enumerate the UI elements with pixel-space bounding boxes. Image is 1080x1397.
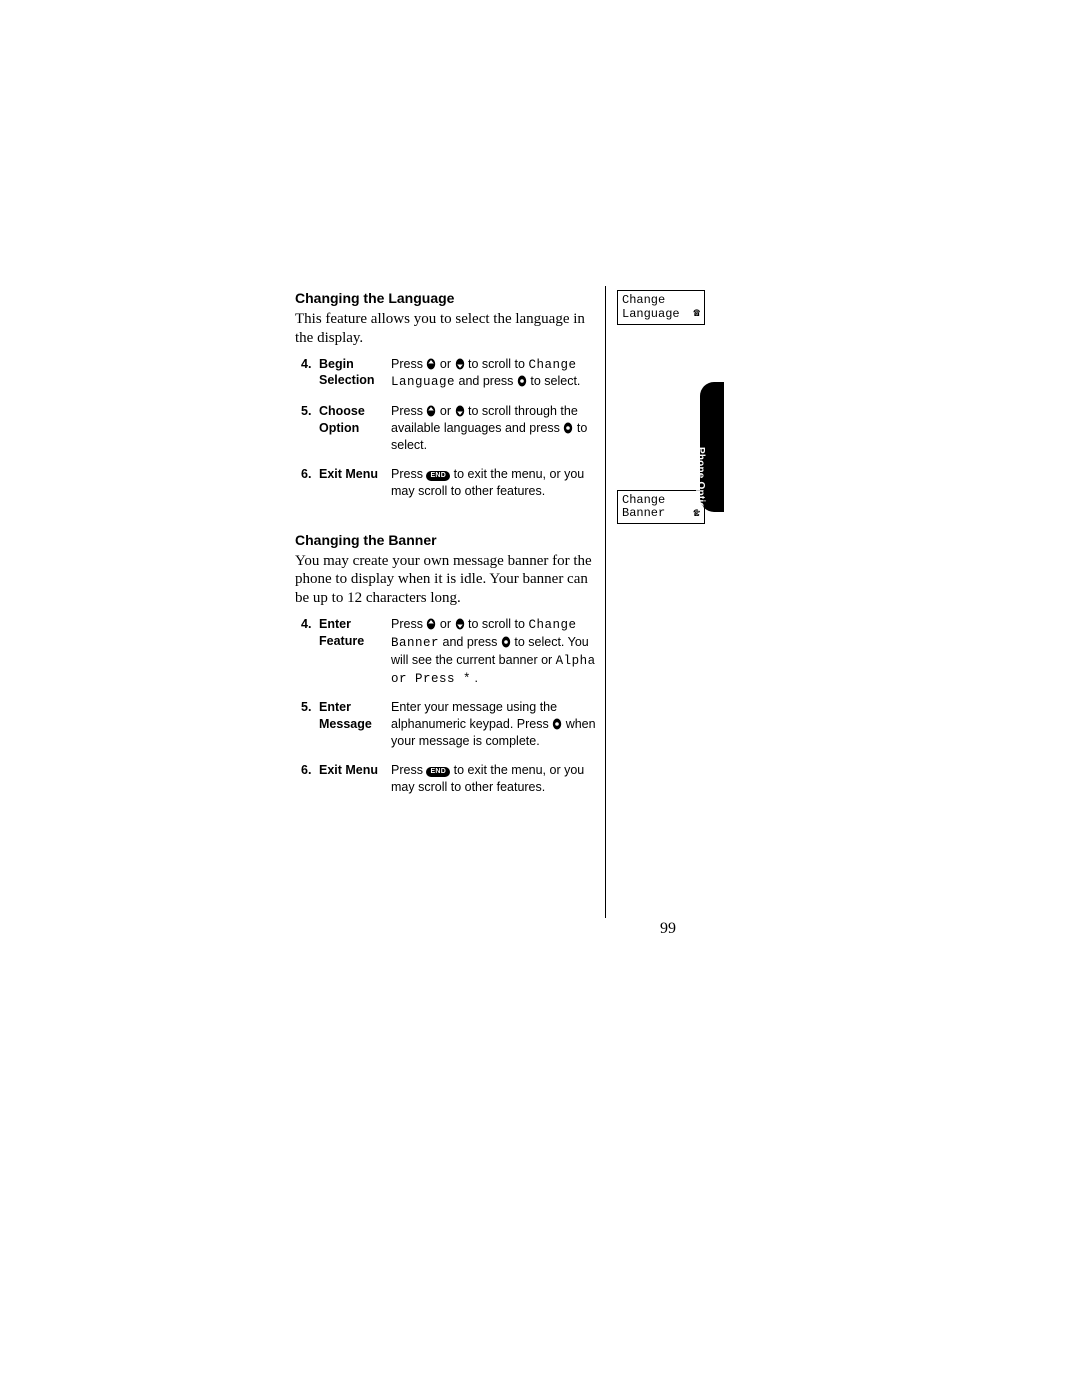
steps-banner: 4. Enter Feature Press or to scroll to C…	[301, 616, 605, 796]
screen-line: Language	[622, 308, 680, 322]
step-number: 4.	[301, 616, 319, 633]
step-label: Exit Menu	[319, 466, 391, 483]
step-desc: Press END to exit the menu, or you may s…	[391, 466, 605, 500]
end-key-icon: END	[426, 471, 450, 481]
page-number: 99	[660, 920, 676, 938]
column-divider	[605, 286, 606, 918]
step-number: 6.	[301, 466, 319, 483]
step-desc: Press or to scroll to Change Language an…	[391, 356, 605, 392]
step-label: Begin Selection	[319, 356, 391, 390]
main-column: Changing the Language This feature allow…	[295, 290, 605, 808]
step-number: 6.	[301, 762, 319, 779]
screen-line: Change	[622, 494, 700, 508]
phone-screen-language: Change Language ☎	[617, 290, 705, 325]
step-number: 4.	[301, 356, 319, 373]
nav-select-icon	[501, 636, 511, 648]
step-label: Enter Message	[319, 699, 391, 733]
nav-down-icon	[455, 405, 465, 417]
step-number: 5.	[301, 403, 319, 420]
phone-icon: ☎	[693, 309, 700, 320]
step: 6. Exit Menu Press END to exit the menu,…	[301, 762, 605, 796]
end-key-icon: END	[426, 767, 450, 777]
nav-select-icon	[517, 375, 527, 387]
nav-up-icon	[426, 405, 436, 417]
nav-down-icon	[455, 358, 465, 370]
side-column: Change Language ☎ Change Banner ☎	[617, 290, 702, 689]
steps-language: 4. Begin Selection Press or to scroll to…	[301, 356, 605, 500]
step: 4. Enter Feature Press or to scroll to C…	[301, 616, 605, 688]
step-desc: Press END to exit the menu, or you may s…	[391, 762, 605, 796]
step: 4. Begin Selection Press or to scroll to…	[301, 356, 605, 392]
step-desc: Press or to scroll through the available…	[391, 403, 605, 454]
screen-line: Banner	[622, 507, 665, 521]
nav-select-icon	[552, 718, 562, 730]
heading-change-banner: Changing the Banner	[295, 532, 605, 548]
step: 6. Exit Menu Press END to exit the menu,…	[301, 466, 605, 500]
step-desc: Enter your message using the alphanumeri…	[391, 699, 605, 750]
step: 5. Choose Option Press or to scroll thro…	[301, 403, 605, 454]
step-label: Choose Option	[319, 403, 391, 437]
step-desc: Press or to scroll to Change Banner and …	[391, 616, 605, 688]
nav-select-icon	[563, 422, 573, 434]
step-label: Exit Menu	[319, 762, 391, 779]
manual-page: Changing the Language This feature allow…	[0, 0, 1080, 1397]
heading-change-language: Changing the Language	[295, 290, 605, 306]
step-number: 5.	[301, 699, 319, 716]
step: 5. Enter Message Enter your message usin…	[301, 699, 605, 750]
intro-change-language: This feature allows you to select the la…	[295, 310, 605, 348]
nav-down-icon	[455, 618, 465, 630]
section-tab-label: Phone Options	[695, 447, 706, 521]
nav-up-icon	[426, 618, 436, 630]
screen-line: Change	[622, 294, 700, 308]
phone-screen-banner: Change Banner ☎	[617, 490, 705, 525]
nav-up-icon	[426, 358, 436, 370]
section-tab: Phone Options	[700, 382, 724, 512]
step-label: Enter Feature	[319, 616, 391, 650]
intro-change-banner: You may create your own message banner f…	[295, 552, 605, 608]
